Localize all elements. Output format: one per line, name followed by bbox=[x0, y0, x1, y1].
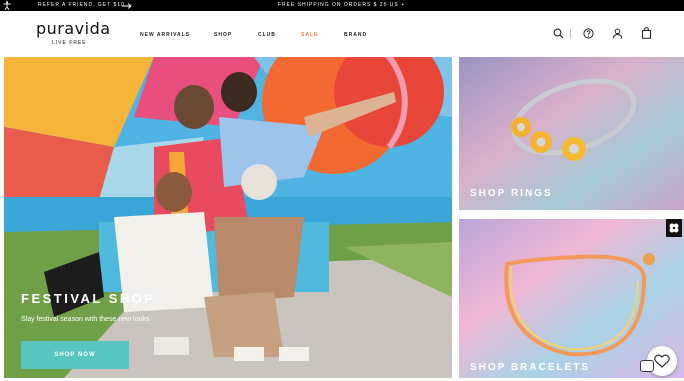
header-divider bbox=[570, 29, 571, 38]
bag-icon[interactable] bbox=[640, 27, 652, 39]
logo-wordmark: puravida bbox=[36, 19, 111, 38]
hero-image bbox=[4, 57, 452, 378]
nav-sale[interactable]: SALE bbox=[301, 32, 318, 39]
search-icon[interactable] bbox=[552, 27, 564, 39]
nav-shop[interactable]: SHOP bbox=[214, 32, 232, 39]
nav-club[interactable]: CLUB bbox=[258, 32, 276, 39]
logo-tagline: LIVE FREE bbox=[52, 40, 87, 46]
chat-bubble-icon[interactable] bbox=[640, 360, 654, 372]
shop-rings-tile[interactable]: SHOP RINGS bbox=[459, 57, 684, 210]
nav-new-arrivals[interactable]: NEW ARRIVALS bbox=[140, 32, 190, 39]
accessibility-icon[interactable] bbox=[2, 0, 12, 11]
shop-rings-label: SHOP RINGS bbox=[470, 188, 553, 199]
nav-brand[interactable]: BRAND bbox=[344, 32, 367, 39]
shop-bracelets-label: SHOP BRACELETS bbox=[470, 362, 591, 373]
site-header: puravida LIVE FREE NEW ARRIVALS SHOP CLU… bbox=[0, 11, 684, 57]
promo-bar: REFER A FRIEND, GET $10 FREE SHIPPING ON… bbox=[0, 0, 684, 11]
help-icon[interactable] bbox=[582, 27, 594, 39]
clover-icon[interactable] bbox=[666, 219, 682, 237]
logo[interactable]: puravida LIVE FREE bbox=[36, 20, 116, 50]
shop-now-button[interactable]: SHOP NOW bbox=[21, 341, 129, 369]
account-icon[interactable] bbox=[611, 27, 623, 39]
shipping-message: FREE SHIPPING ON ORDERS $ 25 US + bbox=[278, 2, 406, 8]
hero-title: FESTIVAL SHOP bbox=[21, 291, 156, 306]
hero-banner[interactable]: FESTIVAL SHOP Slay festival season with … bbox=[4, 57, 452, 378]
refer-link[interactable]: REFER A FRIEND, GET $10 bbox=[38, 1, 125, 10]
arrow-right-icon[interactable] bbox=[122, 0, 132, 11]
hero-subtitle: Slay festival season with these new look… bbox=[21, 316, 152, 323]
